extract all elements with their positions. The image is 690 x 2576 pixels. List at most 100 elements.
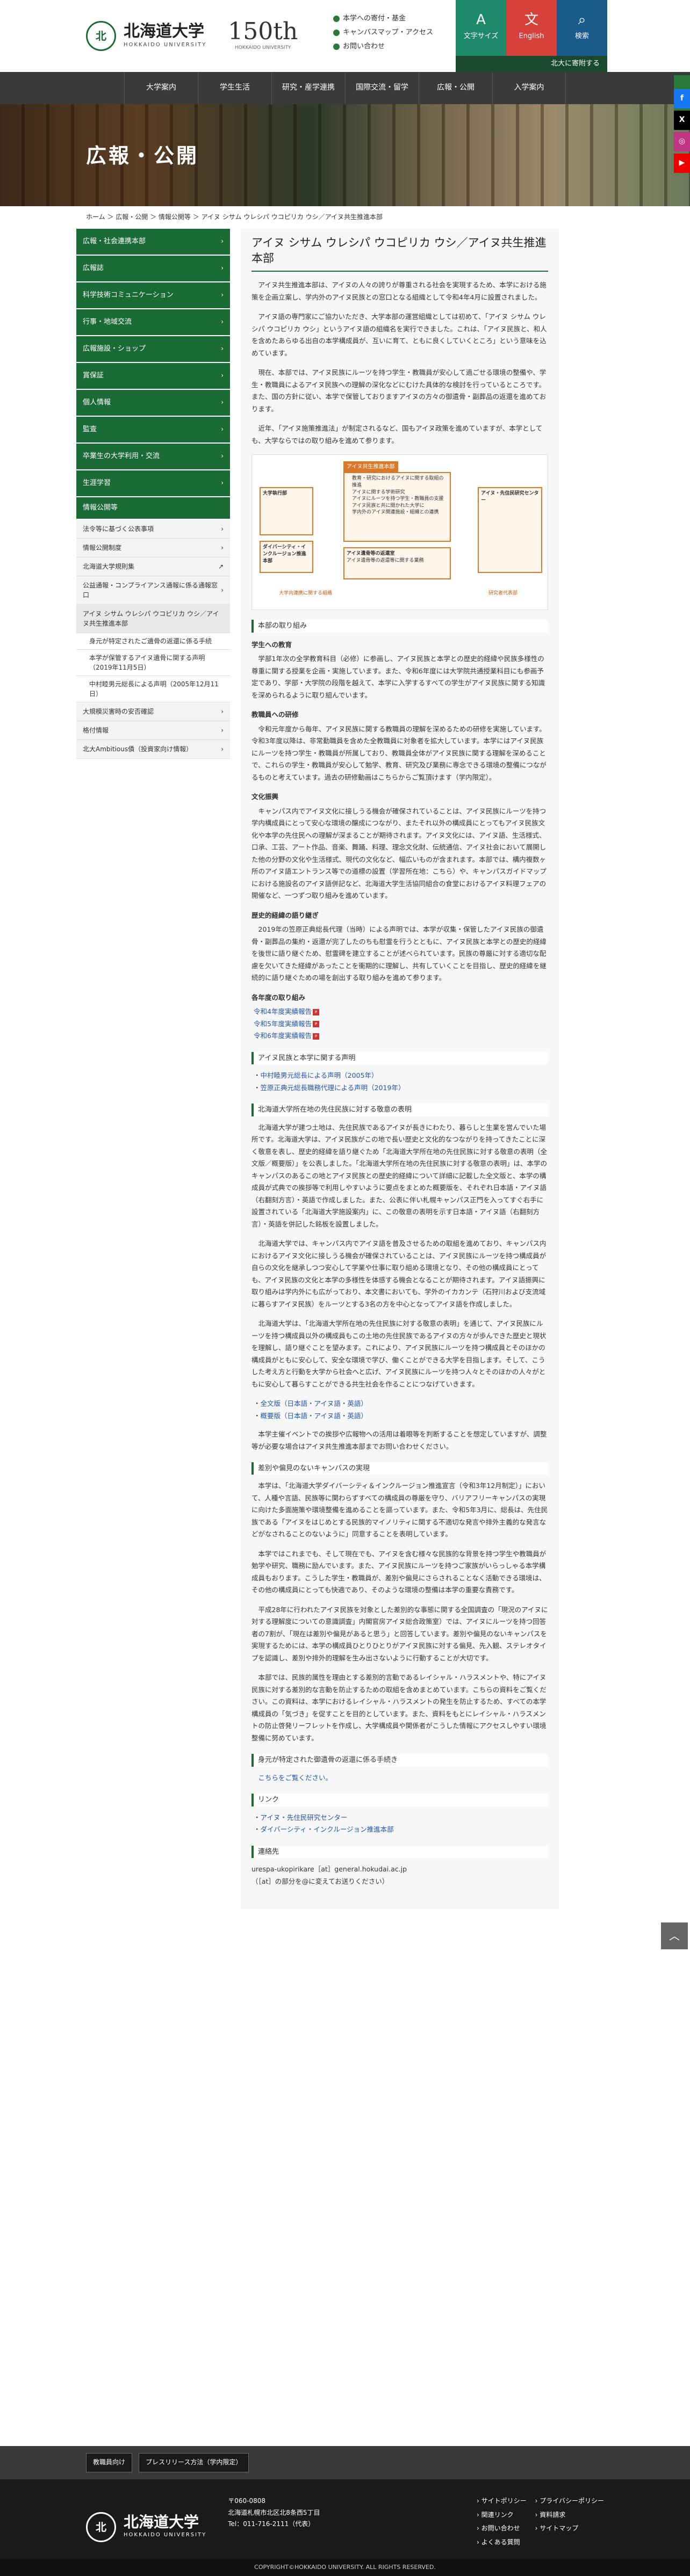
disc-paragraph: 本部では、民族的属性を理由とする差別的言動であるレイシャル・ハラスメントや、特に…: [251, 1673, 547, 1742]
chevron-right-icon: ›: [221, 317, 224, 325]
report-link[interactable]: 令和6年度実績報告: [254, 1032, 312, 1040]
sidebar-sub-bond[interactable]: 北大Ambitious債（投資家向け情報） ›: [76, 739, 230, 759]
facebook-icon[interactable]: f: [674, 89, 690, 108]
respect-link-full[interactable]: 全文版（日本語・アイヌ語・英語）: [261, 1399, 368, 1407]
section-heading: 北海道大学所在地の先住民族に対する敬意の表明: [251, 1104, 548, 1116]
global-nav: 大学案内 学生生活 研究・産学連携 国際交流・留学 広報・公開 入学案内: [0, 72, 690, 104]
chevron-right-icon: ›: [221, 586, 224, 594]
sidebar-item-disclosure[interactable]: 情報公開等: [76, 497, 230, 519]
sidebar-sub2-statement-2019[interactable]: 本学が保管するアイヌ遺骨に関する声明（2019年11月5日）: [76, 649, 230, 676]
footer-address: 〒060-0808 北海道札幌市北区北8条西5丁目 Tel：011-716-21…: [228, 2497, 320, 2528]
sidebar-item-alumni[interactable]: 卒業生の大学利用・交流 ›: [76, 443, 230, 469]
anniversary-logo[interactable]: 150th HOKKAIDO UNIVERSITY: [228, 17, 298, 52]
item-heading: 文化振興: [251, 793, 279, 801]
sidebar-item-lifelong[interactable]: 生涯学習 ›: [76, 470, 230, 496]
sidebar-item-facilities[interactable]: 広報施設・ショップ ›: [76, 336, 230, 362]
chevron-right-icon: ›: [221, 425, 224, 433]
footer-link[interactable]: プライバシーポリシー: [540, 2497, 604, 2505]
quick-link-contact[interactable]: お問い合わせ: [333, 40, 433, 54]
diagram-right-box: アイヌ・先住民研究センター: [478, 487, 542, 574]
sidebar-sub2-remains[interactable]: 身元が特定されたご遺骨の返還に係る手続: [76, 633, 230, 650]
footer-link[interactable]: サイトマップ: [540, 2524, 578, 2532]
year-reports: 令和4年度実績報告 P 令和5年度実績報告 P 令和6年度実績報告 P: [254, 1006, 548, 1042]
pdf-icon: P: [312, 1021, 319, 1028]
sidebar-sub-whistleblow[interactable]: 公益通報・コンプライアンス通報に係る通報窓口 ›: [76, 576, 230, 605]
section-heading: 身元が特定された御遺骨の返還に係る手続き: [251, 1754, 548, 1767]
gnav-about[interactable]: 大学案内: [124, 72, 198, 104]
sidebar-item-audit[interactable]: 監査 ›: [76, 416, 230, 442]
gnav-research[interactable]: 研究・産学連携: [271, 72, 345, 104]
diagram-center-head: アイヌ共生推進本部: [343, 461, 398, 474]
sidebar-sub-disaster[interactable]: 大規模災害時の安否確認 ›: [76, 702, 230, 721]
press-button[interactable]: プレスリリース方法（学内限定）: [139, 2453, 249, 2472]
chevron-right-icon: ›: [221, 371, 224, 379]
hero-title: 広報・公開: [86, 144, 199, 168]
university-logo[interactable]: 北 北海道大学 HOKKAIDO UNIVERSITY: [86, 21, 206, 51]
chevron-right-icon: ›: [221, 264, 224, 272]
chevron-right-icon: ›: [221, 525, 224, 533]
disc-paragraph: 平成28年に行われたアイヌ民族を対象とした差別的な事態に関する全国調査の「現況の…: [251, 1605, 548, 1662]
report-link[interactable]: 令和4年度実績報告: [254, 1007, 312, 1015]
donate-button[interactable]: 北大に寄附する: [456, 56, 607, 72]
hero-banner: 広報・公開: [0, 104, 690, 206]
quick-link-donation[interactable]: 本学への寄付・基金: [333, 12, 433, 26]
section-heading: 差別や偏見のないキャンパスの実現: [251, 1462, 548, 1475]
item-heading: 教職員への研修: [251, 710, 299, 719]
sidebar-sub-regulations[interactable]: 北海道大学規則集 ↗: [76, 557, 230, 576]
external-link-icon: ↗: [218, 562, 224, 570]
english-button[interactable]: 文 English: [506, 0, 557, 56]
gnav-admissions[interactable]: 入学案内: [492, 72, 566, 104]
report-link[interactable]: 令和5年度実績報告: [254, 1020, 312, 1028]
font-size-button[interactable]: A 文字サイズ: [456, 0, 506, 56]
chevron-right-icon: ›: [221, 291, 224, 299]
gnav-public-relations[interactable]: 広報・公開: [419, 72, 492, 104]
anniversary-number: 150th: [228, 17, 298, 45]
utility-buttons: A 文字サイズ 文 English ⌕ 検索: [456, 0, 607, 56]
anniversary-sub: HOKKAIDO UNIVERSITY: [234, 45, 291, 50]
gnav-student-life[interactable]: 学生生活: [198, 72, 271, 104]
x-icon[interactable]: X: [674, 111, 690, 130]
staff-button[interactable]: 教職員向け: [86, 2453, 133, 2472]
sidebar-item-awards[interactable]: 賞保証 ›: [76, 362, 230, 389]
sidebar-item-magazine[interactable]: 広報誌 ›: [76, 255, 230, 281]
footer-link[interactable]: お問い合わせ: [481, 2524, 520, 2532]
sidebar-item-pr-office[interactable]: 広報・社会連携本部 ›: [76, 228, 230, 255]
instagram-icon[interactable]: ◎: [674, 132, 690, 151]
chevron-right-icon: ›: [221, 398, 224, 406]
respect-link-summary[interactable]: 概要版（日本語・アイヌ語・英語）: [261, 1412, 368, 1420]
sidebar-sub-disclosure-system[interactable]: 情報公開制度 ›: [76, 538, 230, 557]
footer-link[interactable]: よくある質問: [481, 2538, 520, 2546]
chevron-right-icon: ›: [221, 478, 224, 487]
footer-link[interactable]: サイトポリシー: [481, 2497, 527, 2505]
sidebar-item-privacy[interactable]: 個人情報 ›: [76, 389, 230, 416]
youtube-icon[interactable]: ▶: [674, 154, 690, 173]
statement-link[interactable]: 笠原正典元総長職務代理による声明（2019年）: [261, 1084, 405, 1092]
quick-link-map[interactable]: キャンパスマップ・アクセス: [333, 26, 433, 40]
remains-procedure-link[interactable]: こちらをご覧ください。: [258, 1774, 333, 1782]
item-text: キャンパス内でアイヌ文化に接しうる機会が確保されていることは、アイヌ民族にルーツ…: [251, 807, 547, 900]
sidebar-sub2-statement-2005[interactable]: 中村睦男元総長による声明（2005年12月11日）: [76, 676, 230, 702]
sidebar-sub-rating[interactable]: 格付情報 ›: [76, 721, 230, 740]
sidebar-sub-ainu[interactable]: アイヌ シサム ウレシパ ウコピリカ ウシ／アイヌ共生推進本部: [76, 604, 230, 633]
chevron-right-icon: ›: [221, 543, 224, 552]
university-seal-icon: 北: [86, 2512, 116, 2542]
gnav-international[interactable]: 国際交流・留学: [345, 72, 419, 104]
sidebar-item-events[interactable]: 行事・地域交流 ›: [76, 309, 230, 335]
breadcrumb[interactable]: ホーム ＞ 広報・公開 ＞ 情報公開等 ＞ アイヌ シサム ウレシパ ウコピリカ…: [0, 206, 690, 229]
diagram-bottom-box: アイヌ遺骨等の返還室 アイヌ遺骨等の返還等に関する業務: [343, 547, 451, 580]
quick-links: 本学への寄付・基金 キャンパスマップ・アクセス お問い合わせ: [333, 12, 433, 54]
sidebar-sub-legal[interactable]: 法令等に基づく公表事項 ›: [76, 519, 230, 539]
related-link[interactable]: アイヌ・先住民研究センター: [261, 1813, 348, 1822]
pdf-icon: P: [312, 1033, 319, 1040]
search-button[interactable]: ⌕ 検索: [557, 0, 607, 56]
footer-link[interactable]: 関連リンク: [481, 2511, 514, 2519]
related-links: ・アイヌ・先住民研究センター ・ダイバーシティ・インクルージョン推進本部: [254, 1813, 394, 1834]
footer-link[interactable]: 資料請求: [540, 2511, 565, 2519]
back-to-top-icon[interactable]: ︿: [661, 1922, 688, 1949]
sidebar-item-science-comm[interactable]: 科学技術コミュニケーション ›: [76, 282, 230, 308]
related-link[interactable]: ダイバーシティ・インクルージョン推進本部: [261, 1825, 394, 1833]
pdf-icon: P: [312, 1008, 319, 1015]
footer-logo[interactable]: 北 北海道大学 HOKKAIDO UNIVERSITY: [86, 2495, 206, 2559]
language-icon: 文: [524, 12, 538, 28]
statement-link[interactable]: 中村睦男元総長による声明（2005年）: [261, 1071, 378, 1079]
